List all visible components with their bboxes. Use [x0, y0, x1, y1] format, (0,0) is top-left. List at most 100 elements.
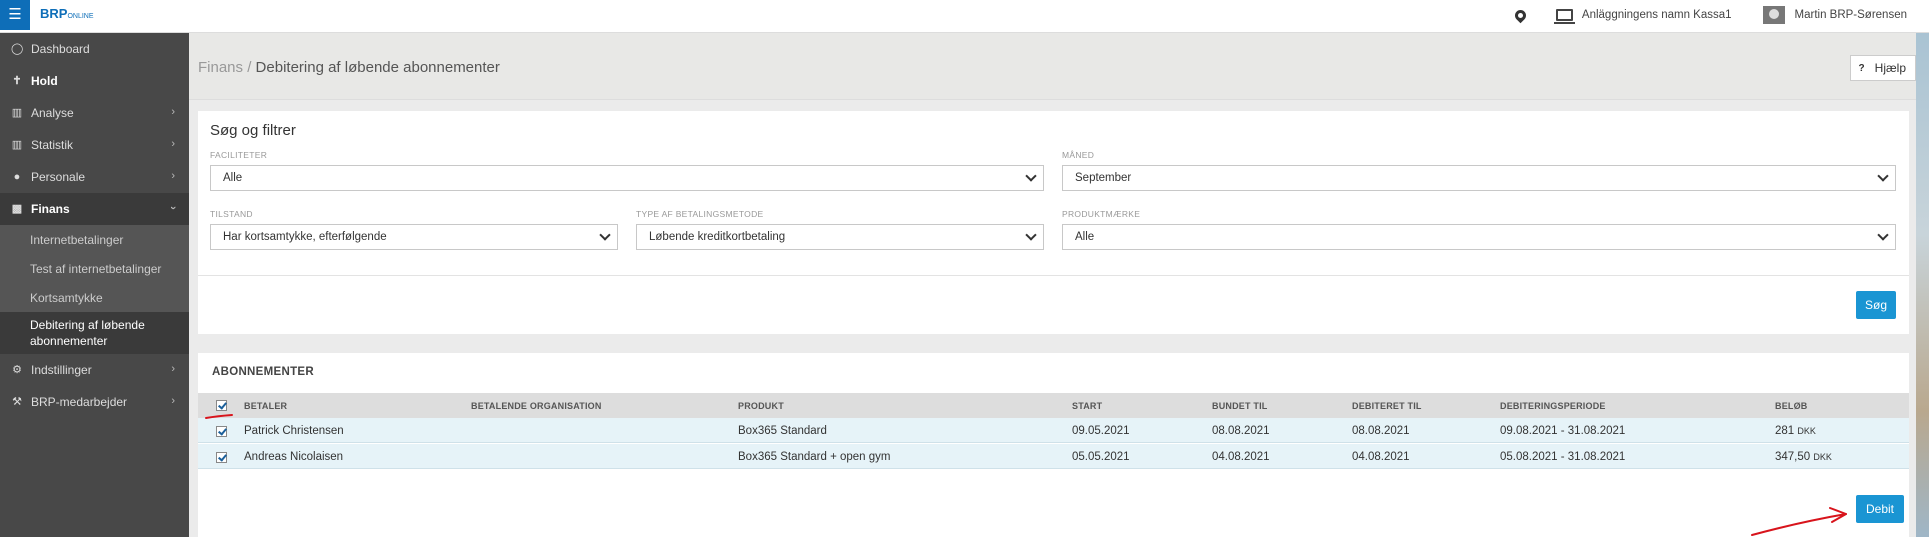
user-name[interactable]: Martin BRP-Sørensen: [1795, 9, 1907, 21]
sidebar-item-kortsamtykke[interactable]: Kortsamtykke: [0, 283, 189, 312]
maaned-value: September: [1075, 172, 1132, 184]
chevron-right-icon: ›: [171, 138, 175, 150]
chevron-down-icon: [1877, 170, 1889, 182]
sidebar-item-analyse[interactable]: ▥ Analyse ›: [0, 97, 189, 129]
chevron-right-icon: ›: [171, 363, 175, 375]
subscriptions-panel: ABONNEMENTER BETALER BETALENDE ORGANISAT…: [198, 353, 1909, 537]
filter-panel: Søg og filtrer FACILITETER Alle MÅNED Se…: [198, 111, 1909, 334]
table-row[interactable]: Andreas Nicolaisen Box365 Standard + ope…: [198, 444, 1909, 469]
table-header: BETALER BETALENDE ORGANISATION PRODUKT S…: [198, 393, 1909, 418]
chevron-down-icon: ›: [167, 206, 180, 210]
wrench-icon: ⚒: [12, 396, 22, 408]
sidebar-item-label: BRP-medarbejder: [31, 395, 128, 409]
sidebar-item-test-internetbetalinger[interactable]: Test af internetbetalinger: [0, 254, 189, 283]
cell-produkt: Box365 Standard: [738, 425, 827, 437]
maaned-label: MÅNED: [1062, 150, 1095, 160]
hamburger-icon[interactable]: ☰: [0, 0, 30, 30]
row-checkbox[interactable]: [216, 426, 227, 437]
sidebar-item-personale[interactable]: ● Personale ›: [0, 161, 189, 193]
cell-start: 09.05.2021: [1072, 425, 1130, 437]
logo[interactable]: BRPONLINE: [40, 6, 94, 21]
sidebar-item-label: Finans: [31, 202, 70, 216]
sidebar-item-label: Dashboard: [31, 42, 90, 56]
sidebar-item-internetbetalinger[interactable]: Internetbetalinger: [0, 225, 189, 254]
chevron-down-icon: [1025, 229, 1037, 241]
sidebar-item-debitering[interactable]: Debitering af løbende abonnementer: [0, 312, 189, 354]
chevron-down-icon: [1877, 229, 1889, 241]
top-right-area: Anläggningens namn Kassa1 Martin BRP-Sør…: [1512, 0, 1907, 30]
page-header: Finans / Debitering af løbende abonnemen…: [189, 33, 1916, 100]
chevron-right-icon: ›: [171, 106, 175, 118]
faciliteter-label: FACILITETER: [210, 150, 268, 160]
column-header[interactable]: PRODUKT: [738, 401, 784, 411]
help-button[interactable]: ? Hjælp: [1849, 55, 1916, 81]
filter-title: Søg og filtrer: [210, 122, 296, 139]
column-header[interactable]: BETALENDE ORGANISATION: [471, 401, 602, 411]
bar-chart-icon: ▥: [11, 139, 23, 151]
tilstand-select[interactable]: Har kortsamtykke, efterfølgende: [210, 224, 618, 250]
cell-bundet-til: 08.08.2021: [1212, 425, 1270, 437]
select-all-checkbox[interactable]: [216, 400, 227, 411]
maaned-select[interactable]: September: [1062, 165, 1896, 191]
search-button[interactable]: Søg: [1856, 291, 1896, 319]
person-icon: ✝: [12, 75, 22, 87]
tilstand-label: TILSTAND: [210, 209, 253, 219]
map-pin-icon[interactable]: [1512, 7, 1529, 23]
help-label: Hjælp: [1874, 61, 1906, 75]
debit-button[interactable]: Debit: [1856, 495, 1904, 523]
cell-produkt: Box365 Standard + open gym: [738, 451, 891, 463]
sidebar-item-brp-medarbejder[interactable]: ⚒ BRP-medarbejder ›: [0, 386, 189, 418]
user-icon: ●: [13, 171, 21, 183]
column-header[interactable]: BELØB: [1775, 401, 1808, 411]
sidebar-item-dashboard[interactable]: ◯ Dashboard: [0, 33, 189, 65]
column-header[interactable]: BUNDET TIL: [1212, 401, 1268, 411]
betalingsmetode-select[interactable]: Løbende kreditkortbetaling: [636, 224, 1044, 250]
main-content: Finans / Debitering af løbende abonnemen…: [189, 33, 1929, 537]
cell-start: 05.05.2021: [1072, 451, 1130, 463]
sidebar-item-hold[interactable]: ✝ Hold: [0, 65, 189, 97]
table-row[interactable]: Patrick Christensen Box365 Standard 09.0…: [198, 418, 1909, 443]
produktmaerke-select[interactable]: Alle: [1062, 224, 1896, 250]
betalingsmetode-label: TYPE AF BETALINGSMETODE: [636, 209, 764, 219]
betalingsmetode-value: Løbende kreditkortbetaling: [649, 231, 786, 243]
sidebar-item-label: Debitering af løbende abonnementer: [30, 318, 145, 348]
cell-periode: 05.08.2021 - 31.08.2021: [1500, 451, 1626, 463]
sidebar-item-label: Indstillinger: [31, 363, 92, 377]
chevron-right-icon: ›: [171, 170, 175, 182]
sidebar-item-label: Statistik: [31, 138, 74, 152]
cell-betaler: Patrick Christensen: [244, 425, 344, 437]
column-header[interactable]: START: [1072, 401, 1102, 411]
sidebar: ◯ Dashboard ✝ Hold ▥ Analyse › ▥ Statist…: [0, 33, 189, 537]
sidebar-item-finans[interactable]: ▩ Finans ›: [0, 193, 189, 225]
faciliteter-value: Alle: [223, 172, 243, 184]
desktop-background-strip: [1916, 33, 1929, 537]
breadcrumb: Finans / Debitering af løbende abonnemen…: [198, 59, 500, 76]
produktmaerke-label: PRODUKTMÆRKE: [1062, 209, 1141, 219]
faciliteter-select[interactable]: Alle: [210, 165, 1044, 191]
avatar[interactable]: [1762, 6, 1785, 24]
question-icon: ?: [1858, 62, 1865, 74]
register-name[interactable]: Anläggningens namn Kassa1: [1582, 9, 1732, 21]
cell-bundet-til: 04.08.2021: [1212, 451, 1270, 463]
bar-chart-icon: ▥: [11, 107, 23, 119]
sidebar-item-indstillinger[interactable]: ⚙ Indstillinger ›: [0, 354, 189, 386]
row-checkbox[interactable]: [216, 452, 227, 463]
cell-debiteret-til: 08.08.2021: [1352, 425, 1410, 437]
sidebar-item-statistik[interactable]: ▥ Statistik ›: [0, 129, 189, 161]
divider: [198, 275, 1909, 276]
produktmaerke-value: Alle: [1075, 231, 1095, 243]
breadcrumb-parent[interactable]: Finans: [198, 59, 243, 76]
sidebar-item-label: Analyse: [31, 106, 74, 120]
tilstand-value: Har kortsamtykke, efterfølgende: [223, 231, 387, 243]
finans-submenu: Internetbetalinger Test af internetbetal…: [0, 225, 189, 354]
column-header[interactable]: DEBITERINGSPERIODE: [1500, 401, 1606, 411]
dashboard-icon: ◯: [11, 43, 24, 55]
cell-beloeb: 347,50 DKK: [1775, 451, 1832, 463]
top-bar: ☰ BRPONLINE Anläggningens namn Kassa1 Ma…: [0, 0, 1929, 33]
section-title: ABONNEMENTER: [212, 366, 314, 378]
column-header[interactable]: BETALER: [244, 401, 287, 411]
column-header[interactable]: DEBITERET TIL: [1352, 401, 1422, 411]
money-icon: ▩: [11, 203, 23, 215]
cell-debiteret-til: 04.08.2021: [1352, 451, 1410, 463]
cell-periode: 09.08.2021 - 31.08.2021: [1500, 425, 1626, 437]
